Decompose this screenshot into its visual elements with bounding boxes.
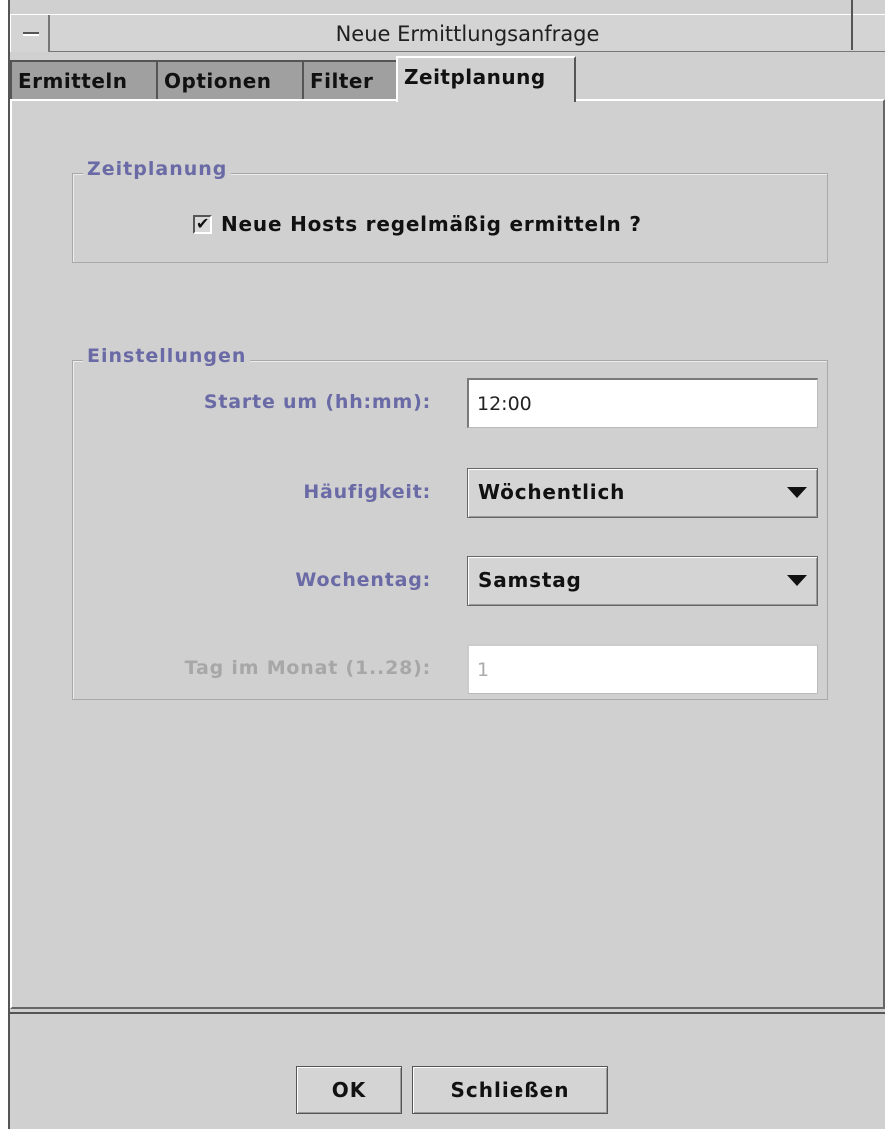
button-bar: OK Schließen — [10, 1012, 885, 1129]
start-time-input[interactable]: 12:00 — [467, 378, 818, 428]
tab-content-panel: Zeitplanung ✔ Neue Hosts regelmäßig ermi… — [10, 99, 885, 1009]
tab-zeitplanung[interactable]: Zeitplanung — [396, 56, 576, 102]
schedule-checkbox-label[interactable]: Neue Hosts regelmäßig ermitteln ? — [221, 212, 642, 236]
checkmark-icon: ✔ — [196, 213, 210, 233]
schedule-group-title: Zeitplanung — [83, 158, 232, 180]
tab-optionen[interactable]: Optionen — [156, 60, 304, 100]
weekday-label: Wochentag: — [295, 569, 431, 591]
window-edge — [0, 0, 8, 1129]
window-menu-button[interactable] — [10, 15, 50, 52]
start-time-label: Starte um (hh:mm): — [203, 391, 431, 413]
chevron-down-icon — [787, 575, 807, 586]
day-of-month-label: Tag im Monat (1..28): — [184, 657, 431, 679]
weekday-dropdown[interactable]: Samstag — [467, 556, 818, 606]
tab-ermitteln[interactable]: Ermitteln — [10, 60, 158, 100]
close-button[interactable]: Schließen — [412, 1066, 608, 1114]
day-of-month-input: 1 — [467, 644, 818, 694]
frequency-label: Häufigkeit: — [303, 481, 431, 503]
tab-filter[interactable]: Filter — [302, 60, 398, 100]
weekday-value: Samstag — [478, 568, 582, 592]
ok-button[interactable]: OK — [296, 1066, 402, 1114]
frequency-value: Wöchentlich — [478, 480, 626, 504]
schedule-checkbox-row[interactable]: ✔ Neue Hosts regelmäßig ermitteln ? — [193, 211, 642, 237]
window-frame-right — [851, 0, 853, 50]
window-menu-icon — [23, 32, 39, 36]
window-title: Neue Ermittlungsanfrage — [335, 22, 600, 46]
settings-group: Einstellungen Starte um (hh:mm): 12:00 H… — [72, 345, 828, 700]
schedule-group: Zeitplanung ✔ Neue Hosts regelmäßig ermi… — [72, 158, 828, 263]
settings-group-title: Einstellungen — [83, 345, 251, 367]
chevron-down-icon — [787, 487, 807, 498]
frequency-dropdown[interactable]: Wöchentlich — [467, 468, 818, 518]
dialog-window: Neue Ermittlungsanfrage Ermitteln Option… — [0, 0, 885, 1129]
title-bar[interactable]: Neue Ermittlungsanfrage — [10, 14, 885, 52]
schedule-checkbox[interactable]: ✔ — [193, 213, 212, 234]
